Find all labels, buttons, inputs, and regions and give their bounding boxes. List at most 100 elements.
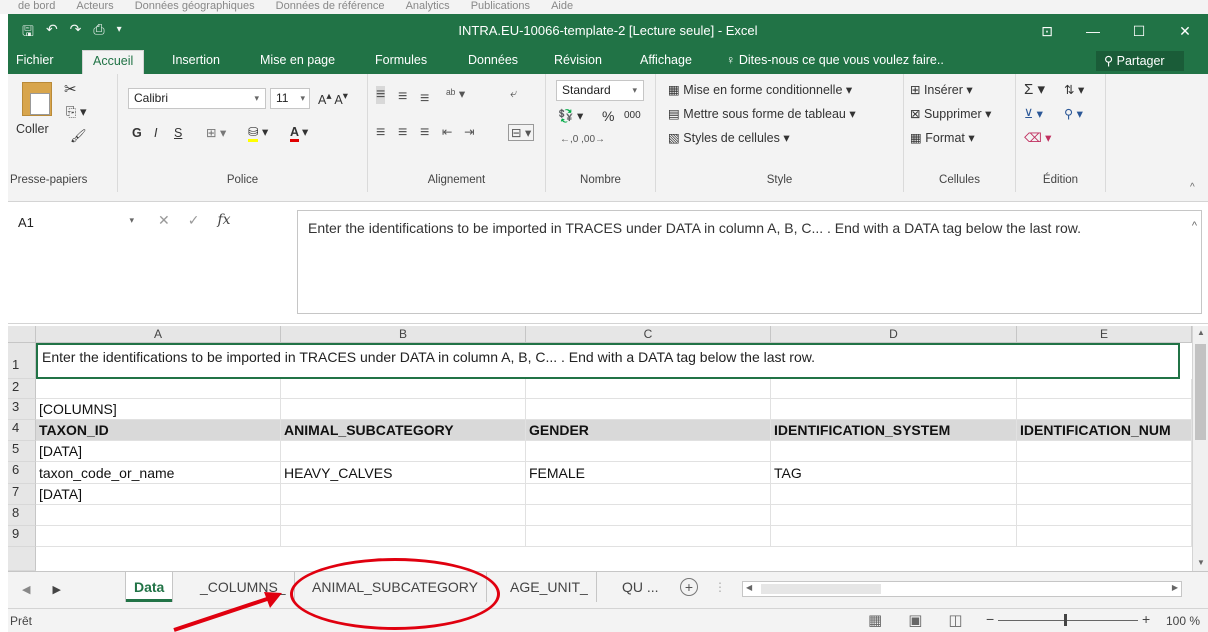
thousands-button[interactable]: 000 — [624, 110, 641, 121]
cell[interactable] — [1017, 505, 1192, 526]
cell[interactable] — [526, 526, 771, 547]
maximize-button[interactable]: ☐ — [1116, 14, 1162, 48]
row-header[interactable]: 8 — [8, 505, 36, 526]
currency-icon[interactable]: 💱 ▾ — [558, 108, 583, 124]
next-sheet-icon[interactable]: ▶ — [52, 583, 60, 596]
formula-input[interactable]: Enter the identifications to be imported… — [297, 210, 1202, 314]
cell[interactable] — [1017, 484, 1192, 505]
align-bottom-icon[interactable]: ≡ — [420, 90, 429, 108]
align-left-icon[interactable]: ≡ — [376, 124, 385, 142]
scroll-up-icon[interactable]: ▲ — [1193, 328, 1208, 337]
cell[interactable] — [281, 526, 526, 547]
cell[interactable]: FEMALE — [526, 462, 771, 484]
prev-sheet-icon[interactable]: ◀ — [22, 583, 30, 596]
cell[interactable]: TAXON_ID — [36, 420, 281, 441]
scroll-left-icon[interactable]: ◀ — [746, 583, 752, 592]
cell[interactable] — [281, 399, 526, 420]
row-header[interactable]: 6 — [8, 462, 36, 484]
row-header[interactable]: 2 — [8, 379, 36, 399]
cell[interactable] — [1017, 526, 1192, 547]
sheet-tab-qu[interactable]: QU ... — [614, 572, 667, 602]
cancel-icon[interactable]: ✕ — [158, 212, 170, 229]
cell[interactable] — [36, 505, 281, 526]
cell[interactable] — [1017, 379, 1192, 399]
function-icon[interactable]: fx — [217, 212, 230, 229]
borders-icon[interactable]: ⊞ ▾ — [206, 125, 226, 140]
paste-icon[interactable] — [22, 82, 52, 116]
cell[interactable] — [526, 379, 771, 399]
vertical-scrollbar[interactable]: ▲ ▼ — [1192, 326, 1208, 571]
cut-icon[interactable]: ✂ — [64, 80, 77, 98]
page-layout-icon[interactable]: ▣ — [908, 611, 922, 629]
cell[interactable] — [771, 399, 1017, 420]
add-sheet-icon[interactable]: + — [680, 578, 698, 596]
horizontal-scrollbar[interactable]: ◀ ▶ — [742, 581, 1182, 597]
name-box[interactable]: A1 ▾ — [12, 212, 150, 234]
number-format-box[interactable]: Standard ▾ — [556, 80, 644, 101]
copy-icon[interactable]: ⎘ ▾ — [66, 104, 87, 120]
minimize-button[interactable]: — — [1070, 14, 1116, 48]
increase-indent-icon[interactable]: ⇥ — [464, 124, 474, 139]
tab-mise-en-page[interactable]: Mise en page — [260, 53, 335, 67]
tab-insertion[interactable]: Insertion — [172, 53, 220, 67]
align-right-icon[interactable]: ≡ — [420, 124, 429, 142]
cell[interactable]: IDENTIFICATION_NUM — [1017, 420, 1192, 441]
row-header[interactable]: 7 — [8, 484, 36, 505]
cell[interactable] — [526, 399, 771, 420]
cell[interactable]: HEAVY_CALVES — [281, 462, 526, 484]
increase-font-icon[interactable]: A▴ A▾ — [318, 90, 348, 107]
scroll-thumb[interactable] — [761, 584, 881, 594]
decrease-indent-icon[interactable]: ⇤ — [442, 124, 452, 139]
cell[interactable] — [771, 505, 1017, 526]
cell[interactable] — [1017, 399, 1192, 420]
delete-button[interactable]: ⊠ Supprimer ▾ — [910, 106, 991, 121]
cell[interactable] — [771, 526, 1017, 547]
sort-filter-icon[interactable]: ⇅ ▾ — [1064, 82, 1084, 97]
underline-button[interactable]: S — [174, 126, 182, 140]
cell[interactable] — [771, 379, 1017, 399]
cell[interactable] — [281, 505, 526, 526]
tab-donnees[interactable]: Données — [468, 53, 518, 67]
zoom-in-icon[interactable]: + — [1142, 611, 1150, 627]
clear-icon[interactable]: ⌫ ▾ — [1024, 130, 1051, 145]
zoom-level[interactable]: 100 % — [1166, 614, 1200, 628]
merge-icon[interactable]: ⊟ ▾ — [508, 124, 535, 141]
autosum-icon[interactable]: Σ ▾ — [1024, 80, 1045, 98]
row-header[interactable]: 4 — [8, 420, 36, 441]
scroll-down-icon[interactable]: ▼ — [1193, 558, 1208, 567]
tell-me-search[interactable]: ♀ Dites-nous ce que vous voulez faire.. — [726, 53, 944, 67]
sheet-tab-age-unit[interactable]: AGE_UNIT_ — [502, 572, 597, 602]
fill-icon[interactable]: ⊻ ▾ — [1024, 106, 1043, 121]
sheet-tab-animal-subcategory[interactable]: ANIMAL_SUBCATEGORY — [304, 572, 487, 602]
italic-button[interactable]: I — [154, 126, 157, 140]
column-header-b[interactable]: B — [281, 326, 526, 343]
tab-formules[interactable]: Formules — [375, 53, 427, 67]
align-top-icon[interactable]: ≡ — [376, 86, 386, 104]
normal-view-icon[interactable]: ▦ — [868, 611, 882, 629]
page-break-icon[interactable]: ◫ — [948, 611, 962, 629]
cell[interactable]: IDENTIFICATION_SYSTEM — [771, 420, 1017, 441]
cell[interactable]: ANIMAL_SUBCATEGORY — [281, 420, 526, 441]
row-header[interactable]: 9 — [8, 526, 36, 547]
format-as-table-button[interactable]: ▤ Mettre sous forme de tableau ▾ — [668, 106, 856, 121]
cell[interactable] — [281, 441, 526, 462]
column-header-e[interactable]: E — [1017, 326, 1192, 343]
cell[interactable] — [526, 441, 771, 462]
tab-accueil[interactable]: Accueil — [82, 50, 145, 74]
confirm-icon[interactable]: ✓ — [188, 212, 200, 229]
bold-button[interactable]: G — [132, 126, 142, 140]
align-center-icon[interactable]: ≡ — [398, 124, 407, 142]
row-header[interactable]: 3 — [8, 399, 36, 420]
cell[interactable] — [281, 379, 526, 399]
format-button[interactable]: ▦ Format ▾ — [910, 130, 975, 145]
cell[interactable]: TAG — [771, 462, 1017, 484]
font-name-box[interactable]: Calibri ▾ — [128, 88, 266, 109]
cell[interactable] — [771, 441, 1017, 462]
cell-styles-button[interactable]: ▧ Styles de cellules ▾ — [668, 130, 790, 145]
align-middle-icon[interactable]: ≡ — [398, 88, 407, 106]
cell[interactable] — [526, 484, 771, 505]
ribbon-display-icon[interactable]: ⊡ — [1024, 14, 1070, 48]
cell-a1-selected[interactable]: Enter the identifications to be imported… — [36, 343, 1180, 379]
paste-button[interactable]: Coller — [16, 122, 49, 136]
row-header[interactable]: 5 — [8, 441, 36, 462]
